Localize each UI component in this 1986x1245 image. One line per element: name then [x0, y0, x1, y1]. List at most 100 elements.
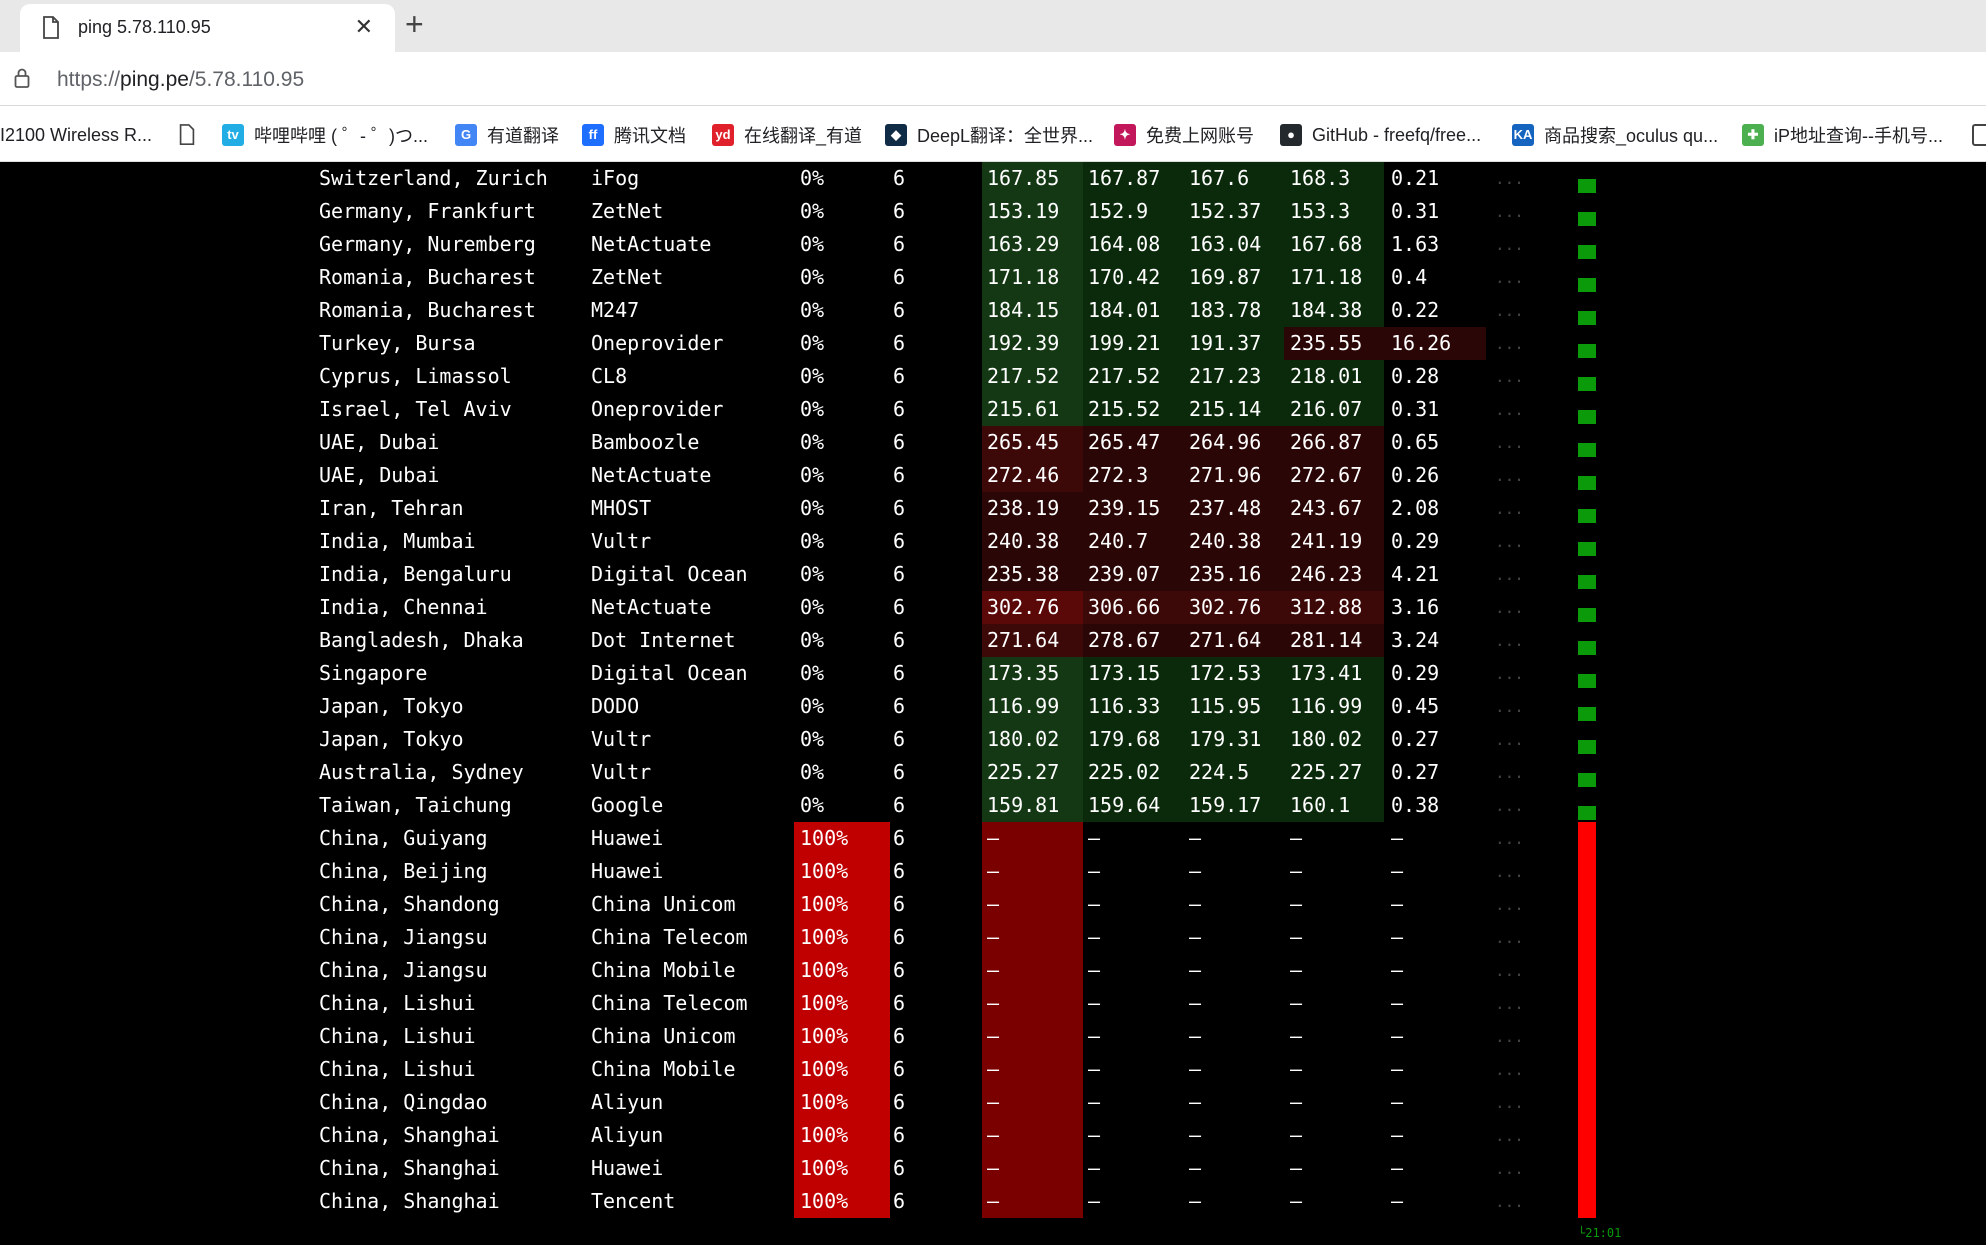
history-dots: ... — [1495, 1159, 1524, 1178]
worst-cell: — — [1290, 1123, 1303, 1147]
table-row[interactable]: Turkey, Bursa Oneprovider 0% 6 192.39 199.21 1… — [0, 327, 1986, 360]
bookmark-item[interactable] — [1972, 122, 1986, 148]
table-row[interactable]: China, Qingdao Aliyun 100% 6— — — — —... — [0, 1086, 1986, 1119]
table-row[interactable]: UAE, Dubai Bamboozle 0% 6 265.45 265.47 264.96… — [0, 426, 1986, 459]
table-row[interactable]: China, Jiangsu China Telecom 100% 6— — — — —... — [0, 921, 1986, 954]
table-row[interactable]: India, Chennai NetActuate 0% 6 302.76 306.66 3… — [0, 591, 1986, 624]
best-cell: — — [1189, 1024, 1202, 1048]
provider-cell: Bamboozle — [591, 430, 700, 454]
sent-cell: 6 — [893, 760, 906, 784]
table-row[interactable]: India, Mumbai Vultr 0% 6 240.38 240.7 240.38 24… — [0, 525, 1986, 558]
ok-bar — [1578, 443, 1596, 457]
ping-results-table: Switzerland, Zurich iFog 0% 6 167.85 167.87 16… — [0, 162, 1986, 1245]
table-row[interactable]: China, Shandong China Unicom 100% 6— — — — —... — [0, 888, 1986, 921]
history-dots: ... — [1495, 301, 1524, 320]
bookmark-item[interactable]: ✦ 免费上网账号 — [1114, 122, 1254, 148]
table-row[interactable]: China, Shanghai Huawei 100% 6— — — — —... — [0, 1152, 1986, 1185]
table-row[interactable]: Germany, Frankfurt ZetNet 0% 6 153.19 152.9 15… — [0, 195, 1986, 228]
bookmark-item[interactable]: ✚ iP地址查询--手机号... — [1742, 122, 1943, 148]
table-row[interactable]: Romania, Bucharest M247 0% 6 184.15 184.01 183… — [0, 294, 1986, 327]
best-cell: — — [1189, 1090, 1202, 1114]
loss-bar — [1578, 1152, 1596, 1185]
table-row[interactable]: China, Lishui China Telecom 100% 6— — — — —... — [0, 987, 1986, 1020]
table-row[interactable]: UAE, Dubai NetActuate 0% 6 272.46 272.3 271.96… — [0, 459, 1986, 492]
worst-cell: — — [1290, 1024, 1303, 1048]
stdev-cell: 0.29 — [1391, 661, 1440, 685]
best-cell: — — [1189, 892, 1202, 916]
loss-cell: 100% — [794, 1185, 890, 1218]
address-bar[interactable]: https://ping.pe/5.78.110.95 — [0, 52, 1986, 106]
ok-bar — [1578, 509, 1596, 523]
worst-cell: 180.02 — [1284, 723, 1384, 756]
location-cell: India, Bengaluru — [319, 562, 512, 586]
table-row[interactable]: Cyprus, Limassol CL8 0% 6 217.52 217.52 217.23… — [0, 360, 1986, 393]
history-dots: ... — [1495, 499, 1524, 518]
ok-bar — [1578, 410, 1596, 424]
bookmark-item[interactable]: ◆ DeepL翻译：全世界... — [885, 122, 1093, 148]
table-row[interactable]: China, Shanghai Aliyun 100% 6— — — — —... — [0, 1119, 1986, 1152]
best-cell: 302.76 — [1183, 591, 1284, 624]
sent-cell: 6 — [893, 265, 906, 289]
sent-cell: 6 — [893, 529, 906, 553]
location-cell: India, Mumbai — [319, 529, 476, 553]
table-row[interactable]: Singapore Digital Ocean 0% 6 173.35 173.15 172… — [0, 657, 1986, 690]
bookmark-item[interactable]: tv 哔哩哔哩 ( ゜- ゜)つ... — [222, 122, 428, 148]
lock-icon[interactable] — [14, 68, 30, 88]
browser-tab[interactable]: ping 5.78.110.95 ✕ — [20, 4, 395, 52]
bookmark-item[interactable]: G 有道翻译 — [455, 122, 559, 148]
avg-cell: — — [1088, 892, 1101, 916]
bookmark-item[interactable]: yd 在线翻译_有道 — [712, 122, 862, 148]
table-row[interactable]: China, Guiyang Huawei 100% 6— — — — —... — [0, 822, 1986, 855]
provider-cell: China Telecom — [591, 991, 748, 1015]
table-row[interactable]: Taiwan, Taichung Google 0% 6 159.81 159.64 159… — [0, 789, 1986, 822]
table-row[interactable]: Romania, Bucharest ZetNet 0% 6 171.18 170.42 1… — [0, 261, 1986, 294]
last-cell: — — [982, 1152, 1083, 1185]
provider-cell: Oneprovider — [591, 331, 724, 355]
new-tab-button[interactable]: + — [405, 6, 424, 43]
ok-bar — [1578, 179, 1596, 193]
avg-cell: 265.47 — [1083, 426, 1183, 459]
bookmark-item[interactable]: ff 腾讯文档 — [582, 122, 686, 148]
table-row[interactable]: China, Shanghai Tencent 100% 6— — — — —... — [0, 1185, 1986, 1218]
loss-cell: 100% — [794, 987, 890, 1020]
table-row[interactable]: China, Jiangsu China Mobile 100% 6— — — — —... — [0, 954, 1986, 987]
table-row[interactable]: Germany, Nuremberg NetActuate 0% 6 163.29 164… — [0, 228, 1986, 261]
loss-cell: 0% — [800, 496, 825, 520]
history-dots: ... — [1495, 169, 1524, 188]
last-cell: — — [982, 921, 1083, 954]
bookmark-item[interactable] — [178, 122, 196, 148]
stdev-cell: 0.21 — [1391, 166, 1440, 190]
table-row[interactable]: China, Beijing Huawei 100% 6— — — — —... — [0, 855, 1986, 888]
github-icon: ● — [1280, 124, 1302, 146]
loss-cell: 0% — [800, 331, 825, 355]
table-row[interactable]: Japan, Tokyo Vultr 0% 6 180.02 179.68 179.31 18… — [0, 723, 1986, 756]
provider-cell: ZetNet — [591, 199, 664, 223]
table-row[interactable]: Israel, Tel Aviv Oneprovider 0% 6 215.61 215.… — [0, 393, 1986, 426]
location-cell: China, Lishui — [319, 1057, 476, 1081]
bookmark-item[interactable]: ● GitHub - freefq/free... — [1280, 122, 1481, 148]
table-row[interactable]: Switzerland, Zurich iFog 0% 6 167.85 167.87 16… — [0, 162, 1986, 195]
bookmark-item[interactable]: I2100 Wireless R... — [0, 122, 152, 148]
bookmark-item[interactable]: KA 商品搜索_oculus qu... — [1512, 122, 1718, 148]
best-cell: 167.6 — [1183, 162, 1284, 195]
table-row[interactable]: Bangladesh, Dhaka Dot Internet 0% 6 271.64 27… — [0, 624, 1986, 657]
last-cell: — — [982, 888, 1083, 921]
worst-cell: 225.27 — [1284, 756, 1384, 789]
avg-cell: 167.87 — [1083, 162, 1183, 195]
table-row[interactable]: Iran, Tehran MHOST 0% 6 238.19 239.15 237.48 24… — [0, 492, 1986, 525]
location-cell: Australia, Sydney — [319, 760, 524, 784]
table-row[interactable]: Australia, Sydney Vultr 0% 6 225.27 225.02 224… — [0, 756, 1986, 789]
stdev-cell: — — [1391, 925, 1404, 949]
stdev-cell: 0.26 — [1391, 463, 1440, 487]
avg-cell: — — [1088, 925, 1101, 949]
bookmarks-bar: I2100 Wireless R... tv 哔哩哔哩 ( ゜- ゜)つ... G 有道… — [0, 106, 1986, 162]
provider-cell: China Unicom — [591, 892, 736, 916]
best-cell: 172.53 — [1183, 657, 1284, 690]
last-cell: — — [982, 1119, 1083, 1152]
table-row[interactable]: China, Lishui China Mobile 100% 6— — — — —... — [0, 1053, 1986, 1086]
url-input[interactable]: https://ping.pe/5.78.110.95 — [57, 68, 304, 92]
table-row[interactable]: Japan, Tokyo DODO 0% 6 116.99 116.33 115.95 116… — [0, 690, 1986, 723]
close-tab-icon[interactable]: ✕ — [355, 14, 373, 40]
table-row[interactable]: India, Bengaluru Digital Ocean 0% 6 235.38 23… — [0, 558, 1986, 591]
table-row[interactable]: China, Lishui China Unicom 100% 6— — — — —... — [0, 1020, 1986, 1053]
